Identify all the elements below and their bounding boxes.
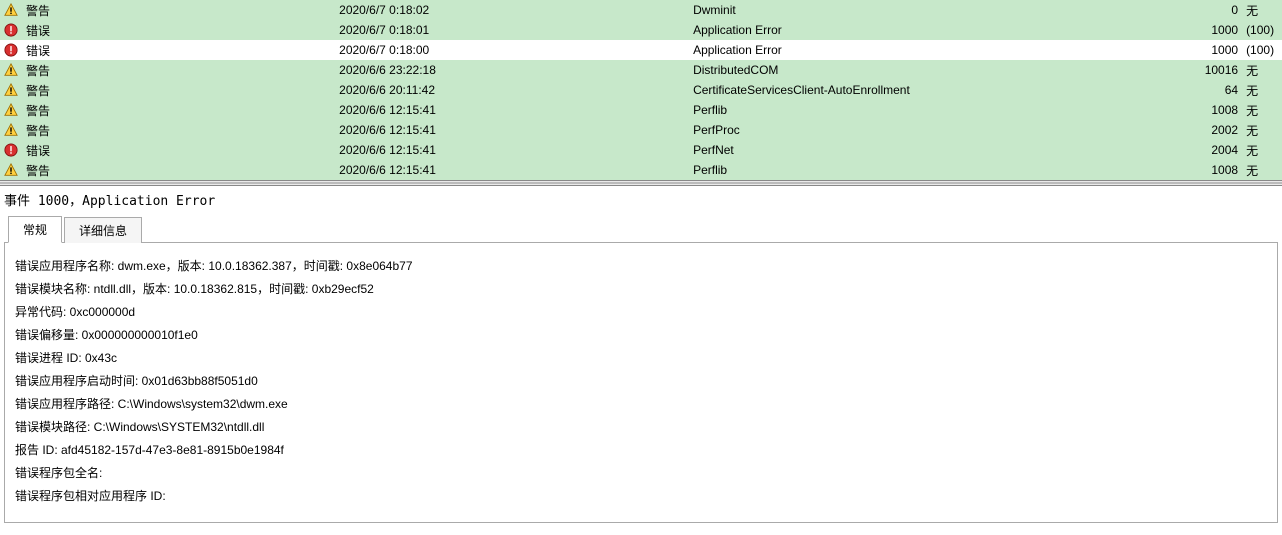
cell-date: 2020/6/6 12:15:41	[335, 140, 689, 160]
detail-line: 报告 ID: afd45182-157d-47e3-8e81-8915b0e19…	[15, 439, 1269, 462]
cell-level: 警告	[22, 160, 335, 180]
cell-date: 2020/6/7 0:18:01	[335, 20, 689, 40]
event-row[interactable]: 警告2020/6/6 12:15:41Perflib1008无	[0, 160, 1282, 180]
warning-icon	[0, 120, 22, 140]
detail-line: 错误进程 ID: 0x43c	[15, 347, 1269, 370]
cell-source: Dwminit	[689, 0, 1182, 20]
cell-id: 2004	[1183, 140, 1243, 160]
cell-source: CertificateServicesClient-AutoEnrollment	[689, 80, 1182, 100]
detail-header: 事件 1000，Application Error	[0, 186, 1282, 215]
cell-date: 2020/6/6 23:22:18	[335, 60, 689, 80]
detail-line: 错误模块名称: ntdll.dll，版本: 10.0.18362.815，时间戳…	[15, 278, 1269, 301]
detail-line: 错误应用程序路径: C:\Windows\system32\dwm.exe	[15, 393, 1269, 416]
cell-level: 错误	[22, 20, 335, 40]
cell-level: 警告	[22, 120, 335, 140]
splitter[interactable]	[0, 180, 1282, 186]
tab-general[interactable]: 常规	[8, 216, 62, 243]
detail-line: 错误程序包全名:	[15, 462, 1269, 485]
warning-icon	[0, 160, 22, 180]
cell-id: 10016	[1183, 60, 1243, 80]
detail-line: 异常代码: 0xc000000d	[15, 301, 1269, 324]
cell-task: 无	[1242, 160, 1282, 180]
tab-details[interactable]: 详细信息	[64, 217, 142, 243]
cell-source: PerfProc	[689, 120, 1182, 140]
cell-level: 警告	[22, 80, 335, 100]
detail-body: 错误应用程序名称: dwm.exe，版本: 10.0.18362.387，时间戳…	[4, 243, 1278, 523]
cell-date: 2020/6/7 0:18:02	[335, 0, 689, 20]
detail-line: 错误模块路径: C:\Windows\SYSTEM32\ntdll.dll	[15, 416, 1269, 439]
warning-icon	[0, 0, 22, 20]
detail-tabs: 常规 详细信息	[4, 215, 1278, 243]
cell-task: 无	[1242, 0, 1282, 20]
cell-source: PerfNet	[689, 140, 1182, 160]
event-row[interactable]: 警告2020/6/6 20:11:42CertificateServicesCl…	[0, 80, 1282, 100]
cell-id: 2002	[1183, 120, 1243, 140]
warning-icon	[0, 60, 22, 80]
detail-line: 错误应用程序名称: dwm.exe，版本: 10.0.18362.387，时间戳…	[15, 255, 1269, 278]
cell-date: 2020/6/7 0:18:00	[335, 40, 689, 60]
event-list[interactable]: 警告2020/6/7 0:18:02Dwminit0无错误2020/6/7 0:…	[0, 0, 1282, 180]
cell-task: (100)	[1242, 40, 1282, 60]
event-row[interactable]: 警告2020/6/6 12:15:41PerfProc2002无	[0, 120, 1282, 140]
cell-source: Application Error	[689, 20, 1182, 40]
cell-task: 无	[1242, 120, 1282, 140]
cell-level: 错误	[22, 40, 335, 60]
cell-level: 警告	[22, 0, 335, 20]
cell-level: 错误	[22, 140, 335, 160]
cell-level: 警告	[22, 100, 335, 120]
cell-id: 1008	[1183, 160, 1243, 180]
cell-source: Application Error	[689, 40, 1182, 60]
cell-id: 1000	[1183, 40, 1243, 60]
warning-icon	[0, 100, 22, 120]
cell-task: 无	[1242, 100, 1282, 120]
event-row[interactable]: 警告2020/6/7 0:18:02Dwminit0无	[0, 0, 1282, 20]
cell-date: 2020/6/6 12:15:41	[335, 100, 689, 120]
cell-id: 1008	[1183, 100, 1243, 120]
warning-icon	[0, 80, 22, 100]
event-row[interactable]: 错误2020/6/7 0:18:00Application Error1000(…	[0, 40, 1282, 60]
cell-task: 无	[1242, 80, 1282, 100]
cell-source: Perflib	[689, 160, 1182, 180]
cell-id: 0	[1183, 0, 1243, 20]
error-icon	[0, 40, 22, 60]
cell-id: 1000	[1183, 20, 1243, 40]
detail-line: 错误偏移量: 0x000000000010f1e0	[15, 324, 1269, 347]
cell-level: 警告	[22, 60, 335, 80]
cell-source: DistributedCOM	[689, 60, 1182, 80]
event-row[interactable]: 警告2020/6/6 23:22:18DistributedCOM10016无	[0, 60, 1282, 80]
cell-task: 无	[1242, 60, 1282, 80]
event-row[interactable]: 警告2020/6/6 12:15:41Perflib1008无	[0, 100, 1282, 120]
cell-task: (100)	[1242, 20, 1282, 40]
cell-date: 2020/6/6 12:15:41	[335, 120, 689, 140]
cell-date: 2020/6/6 12:15:41	[335, 160, 689, 180]
error-icon	[0, 20, 22, 40]
detail-line: 错误程序包相对应用程序 ID:	[15, 485, 1269, 508]
cell-date: 2020/6/6 20:11:42	[335, 80, 689, 100]
cell-source: Perflib	[689, 100, 1182, 120]
event-row[interactable]: 错误2020/6/6 12:15:41PerfNet2004无	[0, 140, 1282, 160]
cell-task: 无	[1242, 140, 1282, 160]
event-row[interactable]: 错误2020/6/7 0:18:01Application Error1000(…	[0, 20, 1282, 40]
cell-id: 64	[1183, 80, 1243, 100]
error-icon	[0, 140, 22, 160]
detail-line: 错误应用程序启动时间: 0x01d63bb88f5051d0	[15, 370, 1269, 393]
